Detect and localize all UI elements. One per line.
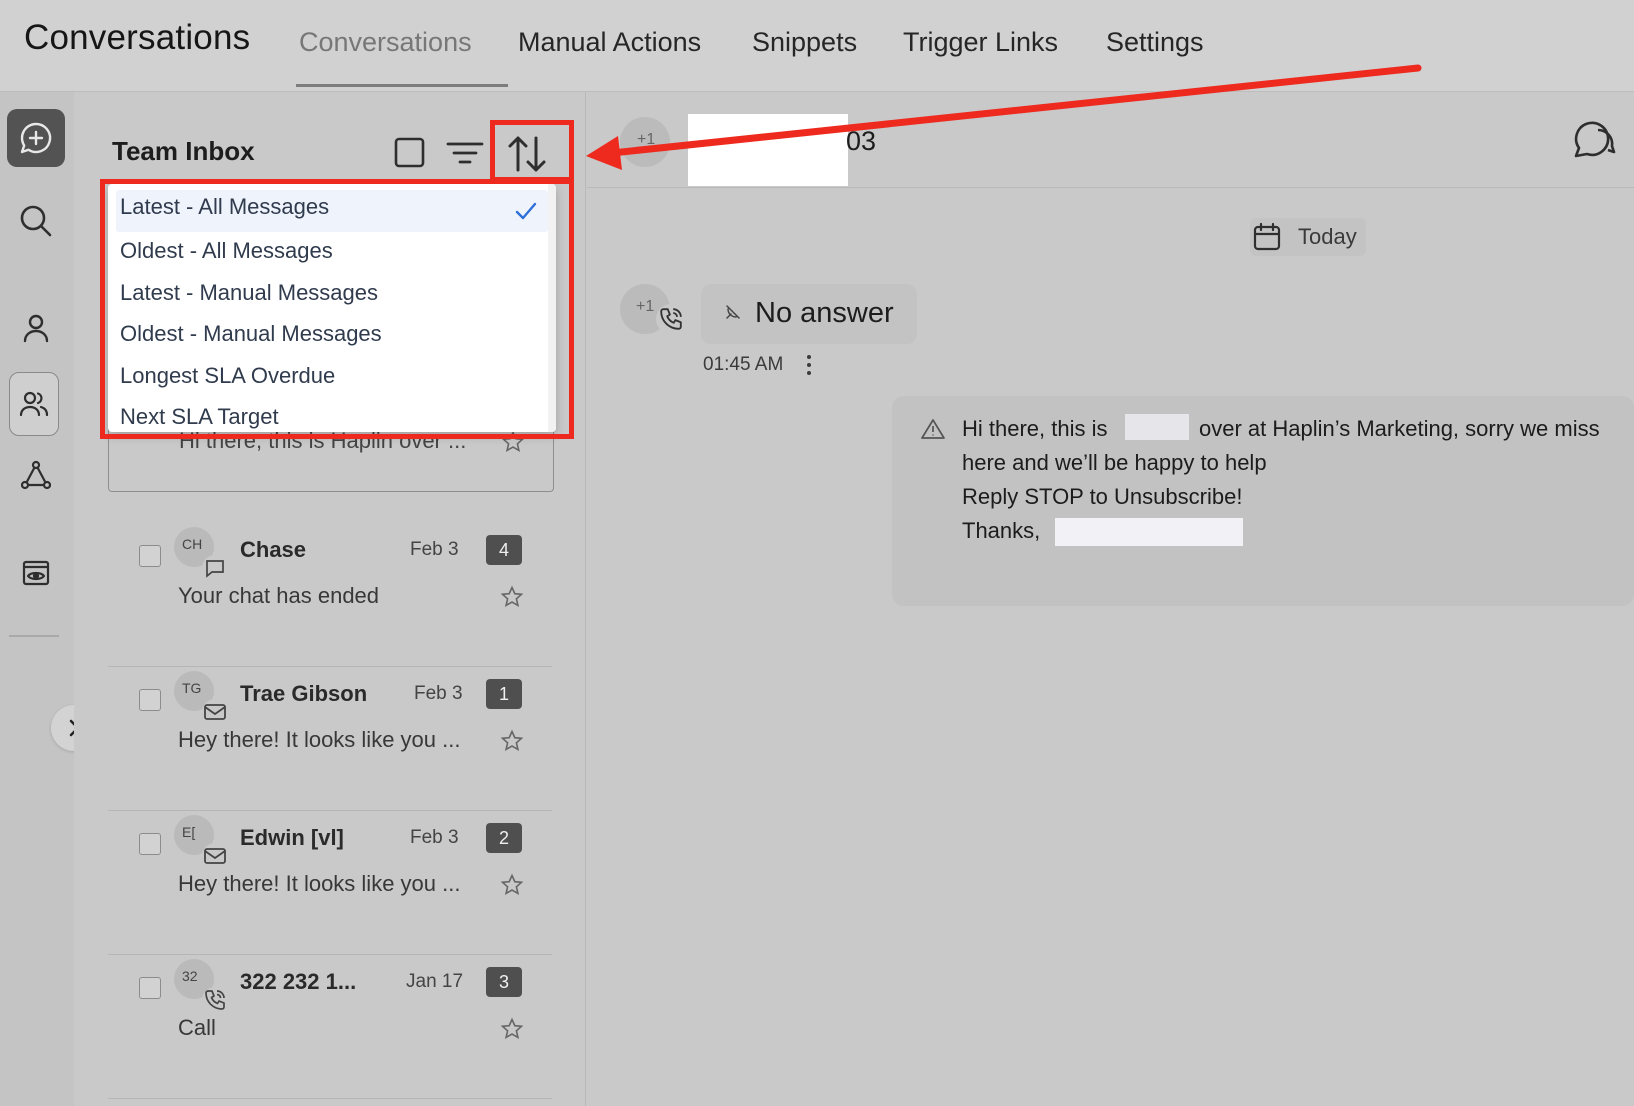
annotation-arrow [586,64,1422,170]
